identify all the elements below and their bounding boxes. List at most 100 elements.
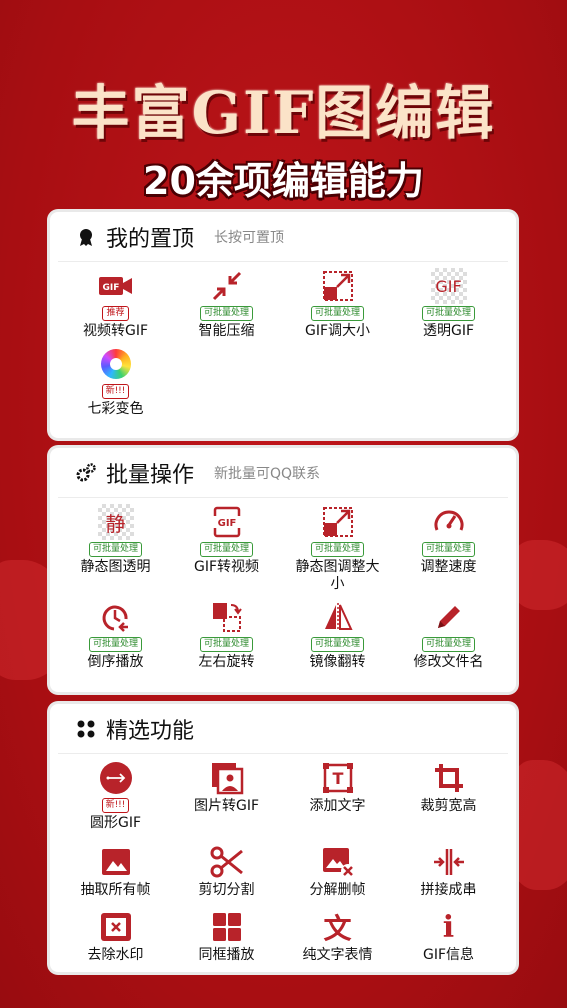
tool-extract-frames[interactable]: 抽取所有帧: [60, 844, 171, 899]
tool-label: 智能压缩: [198, 323, 255, 339]
batch-title: 批量操作: [106, 462, 195, 488]
tool-join[interactable]: 拼接成串: [393, 844, 504, 899]
tool-cut-split[interactable]: 剪切分割: [171, 844, 282, 899]
batch-badge: 可批量处理: [310, 542, 364, 557]
tool-reverse-play[interactable]: 可批量处理 倒序播放: [60, 599, 171, 671]
batch-header: 批量操作 新批量可QQ联系: [58, 448, 508, 498]
batch-badge: 可批量处理: [88, 637, 142, 652]
pinned-header: 我的置顶 长按可置顶: [58, 212, 508, 262]
crop-icon: [431, 760, 467, 796]
scissors-icon: [209, 844, 245, 880]
tool-images-to-gif[interactable]: 图片转GIF: [171, 760, 282, 832]
icon-text: GIF: [217, 518, 236, 529]
tool-label: GIF转视频: [193, 559, 260, 575]
icon-text: i: [442, 909, 455, 945]
grid-play-icon: [209, 909, 245, 945]
background-map-shape: [510, 540, 567, 610]
icon-text: T: [332, 769, 343, 788]
tool-label: 添加文字: [309, 798, 366, 814]
circle-gif-icon: [98, 760, 134, 796]
info-icon: i: [431, 909, 467, 945]
batch-badge: 可批量处理: [199, 637, 253, 652]
add-text-icon: T: [320, 760, 356, 796]
tool-transparent-gif[interactable]: GIF 可批量处理 透明GIF: [393, 268, 504, 340]
pencil-icon: [431, 599, 467, 635]
tool-adjust-speed[interactable]: 可批量处理 调整速度: [393, 504, 504, 593]
tool-label: 静态图透明: [80, 559, 151, 575]
pinned-hint: 长按可置顶: [214, 229, 285, 246]
tool-label: 去除水印: [87, 947, 144, 963]
text-sticker-icon: 文: [320, 909, 356, 945]
tool-static-resize[interactable]: 可批量处理 静态图调整大小: [282, 504, 393, 593]
batch-badge: 可批量处理: [421, 542, 475, 557]
tool-delete-frames[interactable]: 分解删帧: [282, 844, 393, 899]
images-icon: [209, 760, 245, 796]
tool-smart-compress[interactable]: 可批量处理 智能压缩: [171, 268, 282, 340]
featured-panel: 精选功能 新!!! 圆形GIF 图片转GIF T 添加文字 裁剪宽高 抽取所有帧…: [50, 704, 516, 972]
new-badge: 新!!!: [101, 384, 130, 399]
tool-label: 剪切分割: [198, 882, 255, 898]
batch-panel: 批量操作 新批量可QQ联系 静 可批量处理 静态图透明 GIF 可批量处理 GI…: [50, 448, 516, 692]
tool-rename-file[interactable]: 可批量处理 修改文件名: [393, 599, 504, 671]
tool-circle-gif[interactable]: 新!!! 圆形GIF: [60, 760, 171, 832]
recommend-badge: 推荐: [102, 306, 129, 321]
batch-hint: 新批量可QQ联系: [214, 465, 321, 482]
delete-frame-icon: [320, 844, 356, 880]
batch-badge: 可批量处理: [88, 542, 142, 557]
join-icon: [431, 844, 467, 880]
remove-watermark-icon: [98, 909, 134, 945]
featured-title: 精选功能: [106, 718, 195, 744]
tool-label: 修改文件名: [413, 654, 484, 670]
tool-static-transparent[interactable]: 静 可批量处理 静态图透明: [60, 504, 171, 593]
batch-badge: 可批量处理: [310, 306, 364, 321]
tool-grid-play[interactable]: 同框播放: [171, 909, 282, 964]
tool-label: 倒序播放: [87, 654, 144, 670]
tool-remove-watermark[interactable]: 去除水印: [60, 909, 171, 964]
tool-label: 抽取所有帧: [80, 882, 151, 898]
tool-label: 视频转GIF: [82, 323, 149, 339]
static-transparent-icon: 静: [97, 504, 134, 540]
tool-label: 左右旋转: [198, 654, 255, 670]
tool-gif-resize[interactable]: 可批量处理 GIF调大小: [282, 268, 393, 340]
resize-icon: [320, 268, 356, 304]
batch-badge: 可批量处理: [310, 637, 364, 652]
featured-header: 精选功能: [58, 704, 508, 754]
compress-icon: [209, 268, 245, 304]
video-gif-icon: GIF: [98, 268, 134, 304]
tool-gif-info[interactable]: i GIF信息: [393, 909, 504, 964]
tool-label: 圆形GIF: [89, 815, 142, 831]
speedometer-icon: [431, 504, 467, 540]
static-resize-icon: [320, 504, 356, 540]
tool-add-text[interactable]: T 添加文字: [282, 760, 393, 832]
svg-text:GIF: GIF: [102, 283, 119, 293]
tool-label: 镜像翻转: [309, 654, 366, 670]
tool-rotate[interactable]: 可批量处理 左右旋转: [171, 599, 282, 671]
icon-text: 文: [323, 912, 352, 945]
tool-label: 调整速度: [420, 559, 477, 575]
transparent-gif-icon: GIF: [430, 268, 467, 304]
image-frame-icon: [98, 844, 134, 880]
mirror-flip-icon: [320, 599, 356, 635]
tool-label: 同框播放: [198, 947, 255, 963]
batch-badge: 可批量处理: [421, 306, 475, 321]
dots-grid-icon: [76, 719, 96, 739]
tool-label: 七彩变色: [87, 401, 144, 417]
gif-to-video-icon: GIF: [209, 504, 245, 540]
new-badge: 新!!!: [101, 798, 130, 813]
tool-crop[interactable]: 裁剪宽高: [393, 760, 504, 832]
tool-mirror-flip[interactable]: 可批量处理 镜像翻转: [282, 599, 393, 671]
hero-title: 丰富GIF图编辑: [71, 79, 496, 147]
gears-icon: [76, 462, 96, 483]
tool-label: GIF调大小: [304, 323, 371, 339]
icon-text: GIF: [435, 276, 462, 296]
tool-video-to-gif[interactable]: GIF 推荐 视频转GIF: [60, 268, 171, 340]
tool-color-change[interactable]: 新!!! 七彩变色: [60, 346, 171, 418]
tool-label: 静态图调整大小: [295, 559, 380, 592]
pinned-panel: 我的置顶 长按可置顶 GIF 推荐 视频转GIF 可批量处理 智能压缩 可批量处…: [50, 212, 516, 438]
award-icon: [76, 227, 96, 247]
color-wheel-icon: [98, 346, 134, 382]
tool-gif-to-video[interactable]: GIF 可批量处理 GIF转视频: [171, 504, 282, 593]
tool-text-sticker[interactable]: 文 纯文字表情: [282, 909, 393, 964]
tool-label: 透明GIF: [422, 323, 475, 339]
icon-text: 静: [105, 511, 126, 536]
